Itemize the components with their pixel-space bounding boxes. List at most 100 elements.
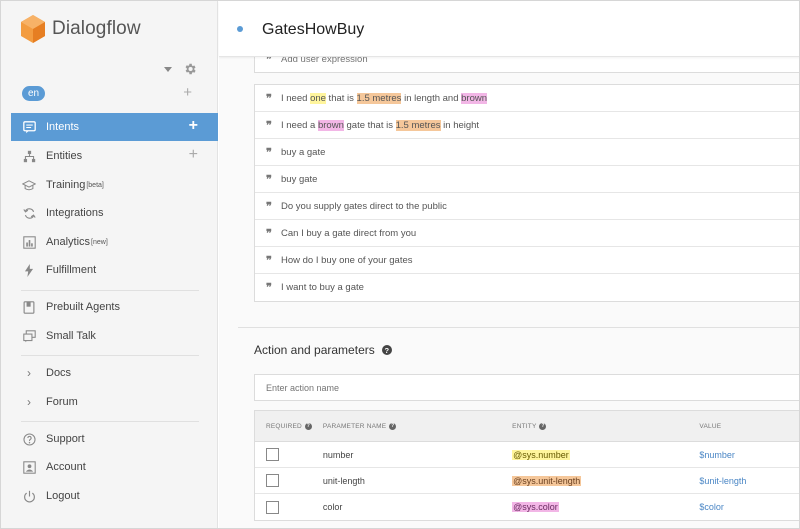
sidebar-item-logout[interactable]: Logout	[11, 482, 218, 510]
table-row: color @sys.color $color	[255, 494, 799, 520]
training-phrase-row[interactable]: ❞ buy a gate	[255, 139, 799, 166]
dialogflow-logo-icon	[21, 15, 45, 43]
language-pill[interactable]: en	[22, 86, 46, 101]
training-phrase-row[interactable]: ❞ I need one that is 1.5 metres in length…	[255, 85, 799, 112]
training-phrase-row[interactable]: ❞ I want to buy a gate	[255, 274, 799, 301]
help-icon[interactable]: ?	[539, 422, 547, 430]
required-checkbox[interactable]	[266, 474, 279, 487]
logo[interactable]: Dialogflow	[21, 15, 141, 43]
add-language-icon[interactable]: +	[183, 85, 192, 101]
training-phrase-text[interactable]: I need one that is 1.5 metres in length …	[280, 92, 487, 104]
column-header-entity: ENTITY	[512, 422, 537, 430]
chat-icon	[22, 120, 36, 134]
sidebar-item-label: Intents	[46, 121, 80, 133]
sidebar-divider	[21, 290, 199, 291]
sidebar-divider	[21, 421, 199, 422]
new-badge: [new]	[91, 238, 108, 246]
parameter-entity[interactable]: @sys.number	[512, 449, 570, 460]
action-and-parameters-heading: Action and parameters ?	[254, 343, 392, 357]
sidebar-item-fulfillment[interactable]: Fulfillment	[11, 256, 218, 284]
intent-header: GatesHowBuy	[219, 1, 799, 57]
section-title: Action and parameters	[254, 343, 375, 357]
parameter-name[interactable]: color	[323, 502, 343, 512]
app-window: Dialogflow en + Intents + Entities + Tra…	[0, 0, 800, 529]
language-row: en +	[22, 85, 198, 103]
phrase-segment: that is	[325, 92, 357, 104]
phrase-segment: I want to buy a gate	[281, 282, 364, 293]
parameter-value[interactable]: $unit-length	[699, 476, 746, 486]
sidebar-item-support[interactable]: Support	[11, 425, 218, 453]
sidebar-item-prebuilt-agents[interactable]: Prebuilt Agents	[11, 293, 218, 321]
training-phrases-list: ❞ I need one that is 1.5 metres in length…	[254, 84, 799, 302]
sidebar-item-integrations[interactable]: Integrations	[11, 199, 218, 227]
training-phrase-text[interactable]: Do you supply gates direct to the public	[280, 201, 447, 212]
training-phrase-row[interactable]: ❞ buy gate	[255, 166, 799, 193]
help-icon[interactable]: ?	[304, 422, 312, 430]
sidebar-item-intents[interactable]: Intents +	[11, 113, 218, 141]
column-header-value: VALUE	[699, 422, 722, 430]
quote-icon: ❞	[266, 172, 272, 186]
training-phrase-text[interactable]: Can I buy a gate direct from you	[280, 228, 416, 239]
sidebar-item-label: Forum	[46, 396, 78, 408]
bar-chart-icon	[22, 235, 36, 249]
sidebar-item-label: Training	[46, 179, 86, 191]
phrase-segment: buy a gate	[281, 146, 326, 158]
gear-icon[interactable]	[183, 62, 197, 76]
training-phrase-text[interactable]: buy a gate	[280, 147, 325, 158]
add-intent-icon[interactable]: +	[189, 117, 198, 135]
app-name: Dialogflow	[52, 18, 141, 39]
parameter-value[interactable]: $color	[699, 502, 724, 512]
required-checkbox[interactable]	[266, 500, 279, 514]
sidebar-item-docs[interactable]: › Docs	[11, 359, 218, 387]
training-phrase-text[interactable]: I need a brown gate that is 1.5 metres i…	[280, 119, 479, 131]
quote-icon: ❞	[266, 253, 272, 267]
annotated-entity: brown	[461, 92, 487, 104]
training-phrase-text[interactable]: How do I buy one of your gates	[280, 255, 413, 266]
chevron-right-icon: ›	[27, 395, 31, 409]
training-phrase-row[interactable]: ❞ Can I buy a gate direct from you	[255, 220, 799, 247]
annotated-entity: brown	[317, 119, 344, 131]
table-row: number @sys.number $number	[255, 442, 799, 468]
phrase-segment: Do you supply gates direct to the public	[281, 200, 447, 212]
parameter-entity[interactable]: @sys.unit-length	[512, 475, 582, 486]
training-phrase-text[interactable]: I want to buy a gate	[280, 282, 364, 293]
training-phrase-row[interactable]: ❞ I need a brown gate that is 1.5 metres …	[255, 112, 799, 139]
table-row: unit-length @sys.unit-length $unit-length	[255, 468, 799, 494]
book-icon	[22, 300, 36, 314]
action-name-input[interactable]	[254, 374, 799, 401]
parameter-name[interactable]: unit-length	[323, 476, 365, 486]
parameter-name[interactable]: number	[323, 450, 354, 460]
intent-name[interactable]: GatesHowBuy	[262, 21, 364, 39]
phrase-segment: How do I buy one of your gates	[281, 254, 413, 266]
sidebar-item-label: Small Talk	[46, 330, 96, 342]
sidebar-item-training[interactable]: Training [beta]	[11, 171, 218, 199]
agent-selector[interactable]	[164, 62, 197, 76]
training-phrase-text[interactable]: buy gate	[280, 174, 317, 185]
sidebar-item-label: Support	[46, 433, 85, 445]
sidebar-item-account[interactable]: Account	[11, 453, 218, 481]
caret-down-icon[interactable]	[164, 66, 172, 72]
training-phrase-row[interactable]: ❞ How do I buy one of your gates	[255, 247, 799, 274]
phrase-segment: in length and	[401, 92, 462, 104]
chevron-right-icon: ›	[27, 366, 31, 380]
help-icon[interactable]: ?	[381, 345, 392, 355]
required-checkbox[interactable]	[266, 448, 279, 461]
sidebar-item-label: Prebuilt Agents	[46, 301, 120, 313]
sidebar-item-analytics[interactable]: Analytics [new]	[11, 228, 218, 256]
parameter-entity[interactable]: @sys.color	[512, 502, 559, 512]
add-entity-icon[interactable]: +	[189, 146, 198, 164]
quote-icon: ❞	[266, 281, 272, 294]
sidebar-item-forum[interactable]: › Forum	[11, 388, 218, 416]
training-phrase-row[interactable]: ❞ Do you supply gates direct to the publi…	[255, 193, 799, 220]
quote-icon: ❞	[266, 226, 272, 240]
sidebar-item-small-talk[interactable]: Small Talk	[11, 322, 218, 350]
sidebar-item-label: Entities	[46, 150, 83, 162]
beta-badge: [beta]	[86, 181, 104, 189]
parameter-value[interactable]: $number	[699, 450, 735, 460]
main-panel: GatesHowBuy ❞ ❞ I need one that is 1.5 me…	[219, 1, 799, 528]
sidebar: Dialogflow en + Intents + Entities + Tra…	[1, 1, 218, 528]
help-icon[interactable]: ?	[389, 422, 397, 430]
sidebar-item-label: Fulfillment	[46, 264, 97, 276]
phrase-segment: I need	[281, 92, 311, 104]
sidebar-item-entities[interactable]: Entities +	[11, 142, 218, 170]
